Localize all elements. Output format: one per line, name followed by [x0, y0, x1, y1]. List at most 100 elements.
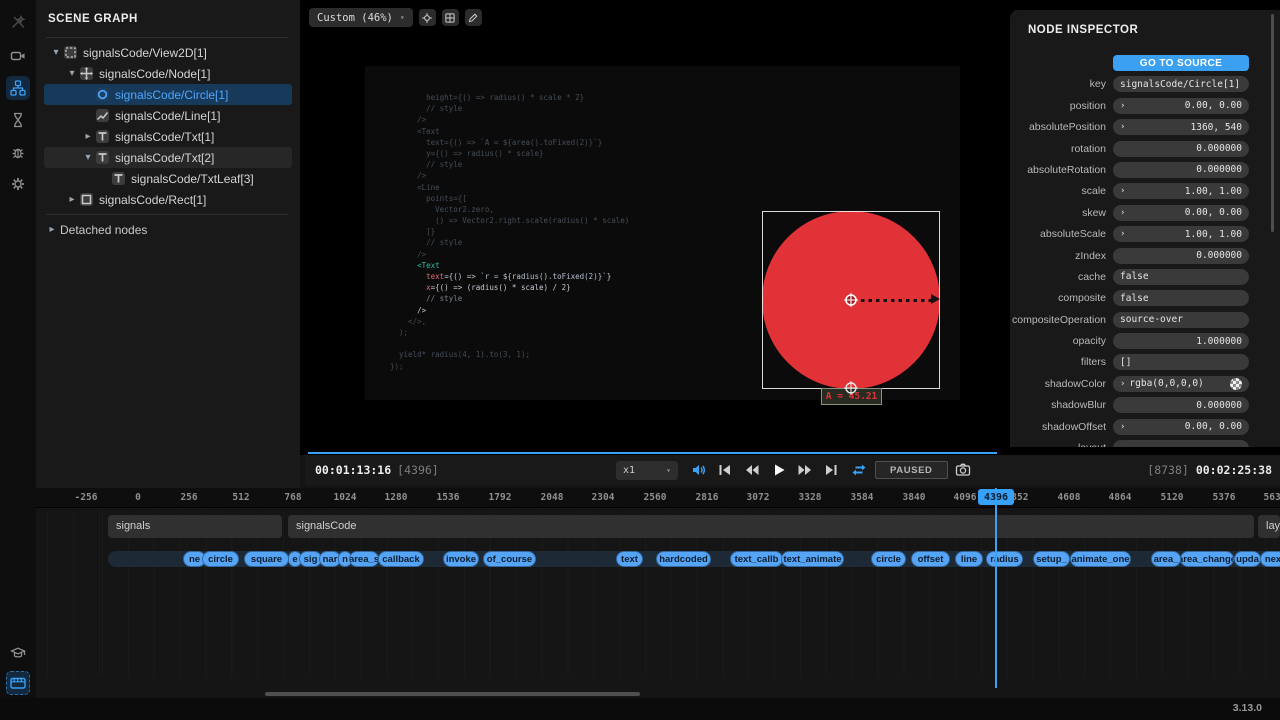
gear-rail-button[interactable]	[6, 172, 30, 196]
property-value-field[interactable]: ›0.00, 0.00	[1113, 98, 1249, 114]
event-pill[interactable]: circle	[202, 551, 239, 567]
skip-to-start-button[interactable]	[717, 462, 733, 478]
property-value-field[interactable]: 0.000000	[1113, 162, 1249, 178]
scene-block[interactable]: signalsCode	[288, 515, 1254, 538]
event-pill[interactable]: text_callb	[730, 551, 783, 567]
chevron-down-icon[interactable]: ▾	[64, 68, 80, 79]
expand-chevron-icon[interactable]: ›	[1120, 208, 1125, 218]
property-value-field[interactable]: 0.000000	[1113, 141, 1249, 157]
timeline-ruler[interactable]: -256025651276810241280153617922048230425…	[36, 488, 1280, 508]
event-pill[interactable]: area_change	[1180, 551, 1234, 567]
event-pill[interactable]: of_course	[483, 551, 536, 567]
chevron-down-icon[interactable]: ▾	[80, 152, 96, 163]
chevron-right-icon[interactable]: ▸	[80, 131, 96, 142]
event-pill[interactable]: text_animate	[781, 551, 844, 567]
center-anchor-gizmo-icon[interactable]	[843, 292, 859, 308]
event-pill[interactable]: setup_	[1033, 551, 1070, 567]
property-value-field[interactable]: []	[1113, 354, 1249, 370]
skip-to-end-button[interactable]	[823, 462, 839, 478]
detached-nodes-row[interactable]: ▸ Detached nodes	[44, 219, 147, 240]
property-value-field[interactable]: ›0.00, 0.00	[1113, 419, 1249, 435]
event-pill[interactable]: square	[244, 551, 289, 567]
property-value-field[interactable]: ›rgba(0,0,0,0)	[1113, 376, 1249, 392]
property-value-field[interactable]: 1.000000	[1113, 333, 1249, 349]
tree-node[interactable]: ▾signalsCode/Node[1]	[44, 63, 292, 84]
scene-graph-rail-button[interactable]	[6, 76, 30, 100]
property-value-field[interactable]: ›1.00, 1.00	[1113, 183, 1249, 199]
event-pill[interactable]: nex	[1260, 551, 1280, 567]
playhead-frame-badge[interactable]: 4396	[978, 489, 1014, 505]
zoom-level-select[interactable]: Custom (46%) ▾	[309, 8, 413, 27]
property-value-field[interactable]: ›0.00, 0.00	[1113, 205, 1249, 221]
seek-progress[interactable]	[308, 452, 997, 454]
screenshot-button[interactable]	[955, 462, 971, 478]
property-value-field[interactable]: source-over	[1113, 312, 1249, 328]
property-value-field[interactable]: false	[1113, 290, 1249, 306]
chevron-right-icon[interactable]: ▸	[64, 194, 80, 205]
ruler-tick: 3328	[799, 492, 822, 503]
grid-toggle-button[interactable]	[442, 9, 459, 26]
event-pill[interactable]: animate_one	[1070, 551, 1131, 567]
timeline-tracks[interactable]: signalssignalsCodelaynecirclesquareesign…	[36, 509, 1280, 677]
loop-button[interactable]	[851, 462, 867, 478]
expand-chevron-icon[interactable]: ›	[1120, 422, 1125, 432]
tree-node[interactable]: ▸signalsCode/Txt[1]	[44, 126, 292, 147]
property-value-field[interactable]: 0.000000	[1113, 397, 1249, 413]
chevron-right-icon[interactable]: ▸	[44, 224, 60, 235]
expand-chevron-icon[interactable]: ›	[1120, 101, 1125, 111]
event-pill[interactable]: area_s	[349, 551, 379, 567]
playhead-line[interactable]	[995, 488, 997, 688]
go-to-source-button[interactable]: GO TO SOURCE	[1113, 55, 1249, 71]
center-view-button[interactable]	[419, 9, 436, 26]
expand-chevron-icon[interactable]: ›	[1120, 186, 1125, 196]
color-picker-button[interactable]	[465, 9, 482, 26]
event-pill[interactable]: line	[955, 551, 983, 567]
property-value-field[interactable]: ›1360, 540	[1113, 119, 1249, 135]
bug-rail-button[interactable]	[6, 140, 30, 164]
graduation-cap-rail-button[interactable]	[6, 641, 30, 665]
event-pill[interactable]: upda	[1234, 551, 1261, 567]
event-pill[interactable]: offset	[911, 551, 950, 567]
scene-graph-panel: SCENE GRAPH ▾signalsCode/View2D[1]▾signa…	[36, 0, 300, 488]
hourglass-rail-button[interactable]	[6, 108, 30, 132]
scene-block[interactable]: signals	[108, 515, 282, 538]
event-pill[interactable]: hardcoded	[656, 551, 711, 567]
tree-node[interactable]: signalsCode/TxtLeaf[3]	[44, 168, 292, 189]
scene-block[interactable]: lay	[1258, 515, 1280, 538]
event-pill[interactable]: radius	[986, 551, 1023, 567]
event-pill[interactable]: area_	[1151, 551, 1181, 567]
event-pill[interactable]: invoke	[443, 551, 479, 567]
property-value-field[interactable]: ›1.00, 1.00	[1113, 226, 1249, 242]
bottom-anchor-gizmo-icon[interactable]	[843, 380, 859, 396]
tree-node[interactable]: signalsCode/Line[1]	[44, 105, 292, 126]
playback-speed-select[interactable]: x1 ▾	[616, 461, 678, 480]
color-swatch[interactable]	[1230, 378, 1242, 390]
expand-chevron-icon[interactable]: ›	[1120, 379, 1125, 389]
expand-chevron-icon[interactable]: ›	[1120, 122, 1125, 132]
play-button[interactable]	[771, 462, 787, 478]
volume-button[interactable]	[691, 462, 707, 478]
preview-canvas[interactable]: height={() => radius() * scale * 2} // s…	[365, 66, 960, 400]
event-pill[interactable]: text	[616, 551, 643, 567]
tree-node[interactable]: ▸signalsCode/Rect[1]	[44, 189, 292, 210]
property-value-field[interactable]	[1113, 440, 1249, 447]
rewind-button[interactable]	[744, 462, 760, 478]
timeline-horizontal-scrollbar[interactable]	[265, 692, 640, 696]
ruler-tick: 2560	[644, 492, 667, 503]
wand-rail-button[interactable]	[6, 10, 30, 34]
videotape-rail-button[interactable]	[6, 671, 30, 695]
expand-chevron-icon[interactable]: ›	[1120, 229, 1125, 239]
tree-node[interactable]: signalsCode/Circle[1]	[44, 84, 292, 105]
property-value-field[interactable]: false	[1113, 269, 1249, 285]
event-pill[interactable]: circle	[871, 551, 906, 567]
chevron-down-icon[interactable]: ▾	[48, 47, 64, 58]
event-pill[interactable]: callback	[378, 551, 424, 567]
tree-node[interactable]: ▾signalsCode/Txt[2]	[44, 147, 292, 168]
property-value-field[interactable]: 0.000000	[1113, 248, 1249, 264]
fast-forward-button[interactable]	[797, 462, 813, 478]
video-camera-rail-button[interactable]	[6, 44, 30, 68]
tree-node[interactable]: ▾signalsCode/View2D[1]	[44, 42, 292, 63]
inspector-scrollbar[interactable]	[1271, 14, 1274, 232]
property-value: signalsCode/Circle[1]	[1120, 79, 1242, 90]
property-value-field[interactable]: signalsCode/Circle[1]	[1113, 76, 1249, 92]
